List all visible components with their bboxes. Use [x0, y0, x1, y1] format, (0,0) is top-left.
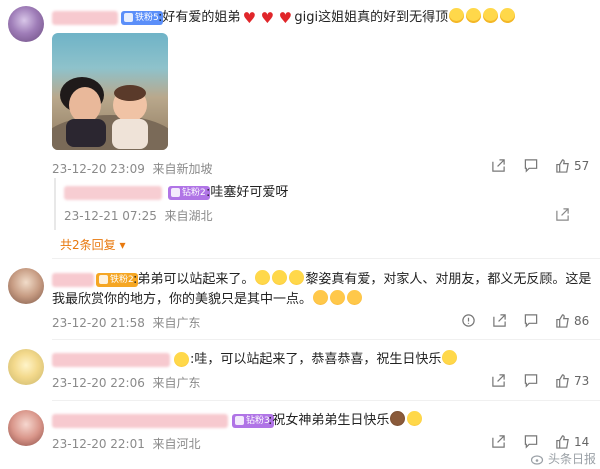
like-count: 57	[574, 158, 590, 173]
comment-time: 23-12-20 23:09 来自新加坡	[52, 162, 213, 176]
avatar[interactable]	[8, 6, 44, 42]
crying-emoji-icon	[500, 8, 516, 23]
comment-icon	[524, 159, 538, 173]
comment-time: 23-12-20 21:58 来自广东	[52, 316, 201, 330]
divider	[52, 258, 600, 259]
like-count: 14	[574, 434, 590, 449]
fan-badge: 铁粉2	[96, 273, 138, 287]
sleepy-emoji-icon	[330, 290, 346, 305]
celebrate-emoji-icon	[442, 350, 458, 365]
like-icon	[556, 159, 569, 173]
weibo-logo-icon	[530, 454, 544, 465]
comment-icon	[524, 314, 538, 328]
like-button[interactable]: 14	[555, 434, 589, 449]
username-redacted[interactable]	[52, 414, 228, 428]
comment-text: :祝女神弟弟生日快乐	[268, 411, 423, 431]
reply-share-icon	[556, 208, 569, 221]
username-redacted[interactable]	[52, 353, 170, 367]
reply-time: 23-12-21 07:25 来自湖北	[64, 209, 213, 223]
like-icon	[556, 374, 569, 388]
like-button[interactable]: 73	[555, 373, 589, 388]
watermark: 头条日报	[530, 450, 596, 467]
comment-text-line-2: 我最欣赏你的地方，你的美貌只是其中一点。	[52, 290, 363, 310]
reply-share-button[interactable]	[555, 207, 570, 222]
comment-button[interactable]	[523, 434, 539, 449]
reply-username-redacted[interactable]	[64, 186, 162, 200]
divider	[52, 339, 600, 340]
like-button[interactable]: 57	[555, 158, 589, 173]
photo-children-image	[52, 77, 168, 150]
avatar[interactable]	[8, 268, 44, 304]
comment-photo[interactable]	[52, 33, 168, 150]
avatar[interactable]	[8, 349, 44, 385]
comment-icon	[524, 374, 538, 388]
share-button[interactable]	[491, 434, 506, 449]
comment-time: 23-12-20 22:06 来自广东	[52, 376, 201, 390]
cake-emoji-icon	[390, 411, 406, 426]
share-button[interactable]	[491, 373, 506, 388]
like-count: 86	[574, 313, 590, 328]
comment-button[interactable]	[523, 313, 539, 328]
comment-time: 23-12-20 22:01 来自河北	[52, 437, 201, 451]
username-redacted[interactable]	[52, 273, 94, 287]
comment-text: :哇，可以站起来了，恭喜恭喜，祝生日快乐	[190, 350, 458, 370]
crying-emoji-icon	[449, 8, 465, 23]
fan-badge: 铁粉5	[121, 11, 163, 25]
chevron-down-icon: ▾	[119, 238, 126, 252]
sleepy-emoji-icon	[313, 290, 329, 305]
heart-emoji-icon: ♥	[242, 9, 257, 27]
like-button[interactable]: 86	[555, 313, 589, 328]
share-icon	[492, 159, 505, 172]
celebrate-emoji-icon	[407, 411, 423, 426]
comment-icon	[524, 435, 538, 449]
share-button[interactable]	[461, 313, 476, 328]
comment-button[interactable]	[523, 373, 539, 388]
crying-emoji-icon	[483, 8, 499, 23]
heart-emoji-icon: ♥	[260, 9, 275, 27]
like-icon	[556, 435, 569, 449]
smile-emoji-icon	[272, 270, 288, 285]
forward-icon	[493, 314, 506, 327]
like-icon	[556, 314, 569, 328]
comment-text: :弟弟可以站起来了。 黎姿真有爱，对家人、对朋友，都义无反顾。这是	[133, 270, 592, 287]
reply-text: :哇塞好可爱呀	[206, 185, 289, 200]
smile-emoji-icon	[289, 270, 305, 285]
avatar[interactable]	[8, 410, 44, 446]
divider	[52, 400, 600, 401]
username-redacted[interactable]	[52, 11, 118, 25]
forward-button[interactable]	[492, 313, 507, 328]
share-icon	[492, 374, 505, 387]
smile-emoji-icon	[255, 270, 271, 285]
comment-text: :好有爱的姐弟 ♥ ♥ ♥ gigi这姐姐真的好到无得顶	[158, 8, 516, 28]
share-icon	[462, 314, 475, 327]
crying-emoji-icon	[466, 8, 482, 23]
more-replies-link[interactable]: 共2条回复 ▾	[60, 236, 126, 253]
sleepy-emoji-icon	[347, 290, 363, 305]
share-icon	[492, 435, 505, 448]
heart-emoji-icon: ♥	[278, 9, 293, 27]
fan-badge: 钻粉2	[168, 186, 210, 200]
comment-button[interactable]	[523, 158, 539, 173]
share-button[interactable]	[491, 158, 506, 173]
like-count: 73	[574, 373, 590, 388]
sticker-emoji-icon	[174, 352, 189, 367]
